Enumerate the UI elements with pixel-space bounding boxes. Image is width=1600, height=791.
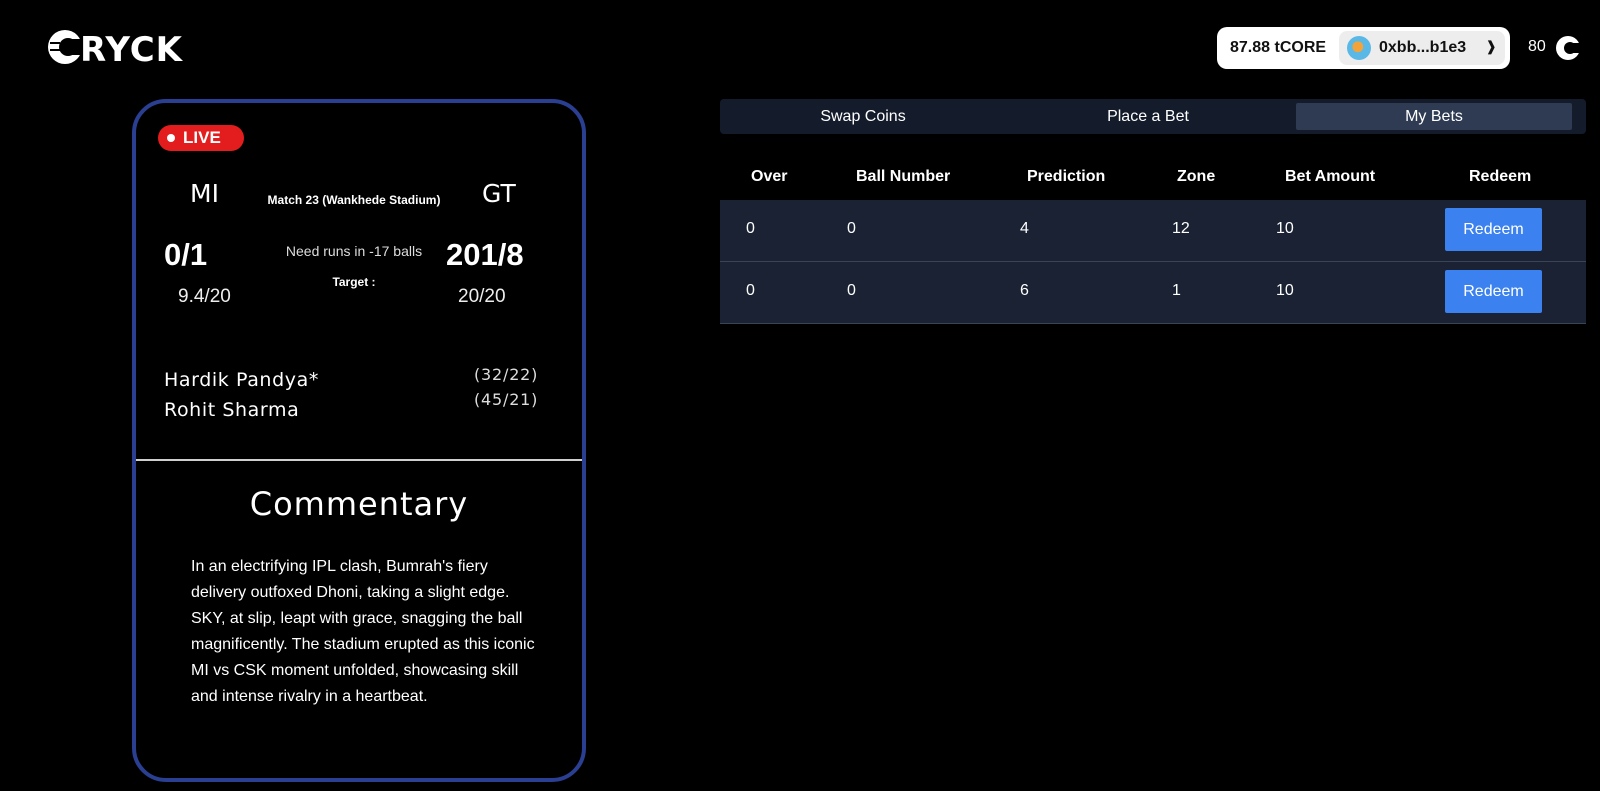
cell-over: 0 — [746, 282, 755, 299]
column-header-over: Over — [751, 168, 788, 185]
coin-count: 80 — [1528, 38, 1546, 55]
cell-ball-number: 0 — [847, 220, 856, 237]
live-label: LIVE — [183, 128, 221, 147]
team-b-overs: 20/20 — [458, 286, 506, 307]
column-header-ball-number: Ball Number — [856, 168, 951, 185]
coin-icon — [1556, 36, 1580, 60]
runs-needed-text: Need runs in -17 balls — [285, 243, 423, 259]
live-dot-icon — [167, 134, 175, 142]
column-header-zone: Zone — [1177, 168, 1216, 185]
batter-name: Rohit Sharma — [164, 399, 300, 421]
cell-zone: 12 — [1172, 220, 1190, 237]
column-header-prediction: Prediction — [1027, 168, 1106, 185]
card-divider — [136, 459, 582, 461]
table-row: 0 0 4 12 10 Redeem — [720, 200, 1586, 262]
cell-over: 0 — [746, 220, 755, 237]
match-info: Match 23 (Wankhede Stadium) — [267, 193, 441, 207]
cell-prediction: 6 — [1020, 282, 1029, 299]
commentary-text: In an electrifying IPL clash, Bumrah's f… — [191, 558, 535, 705]
chevron-down-icon: ❱ — [1485, 38, 1497, 54]
table-row: 0 0 6 1 10 Redeem — [720, 262, 1586, 324]
svg-text:RYCK: RYCK — [80, 30, 184, 66]
cell-zone: 1 — [1172, 282, 1181, 299]
live-match-card: LIVE MI Match 23 (Wankhede Stadium) GT 0… — [132, 99, 586, 782]
commentary-title: Commentary — [249, 485, 469, 523]
wallet-widget: 87.88 tCORE 0xbb...b1e3 ❱ — [1217, 27, 1510, 69]
team-a-score: 0/1 — [164, 237, 208, 272]
batter-name: Hardik Pandya* — [164, 369, 319, 391]
target-label: Target : — [332, 275, 376, 289]
cell-ball-number: 0 — [847, 282, 856, 299]
account-address: 0xbb...b1e3 — [1379, 39, 1467, 56]
my-bets-table: Over Ball Number Prediction Zone Bet Amo… — [720, 156, 1586, 324]
cryck-logo[interactable]: RYCK — [46, 28, 208, 66]
account-avatar — [1347, 36, 1371, 60]
redeem-button[interactable]: Redeem — [1445, 208, 1542, 251]
cell-bet-amount: 10 — [1276, 220, 1294, 237]
team-b-score: 201/8 — [446, 237, 524, 272]
batter-score: (45/21) — [474, 390, 539, 409]
account-button[interactable]: 0xbb...b1e3 ❱ — [1339, 31, 1505, 65]
tab-swap-coins[interactable]: Swap Coins — [724, 103, 1002, 130]
column-header-redeem: Redeem — [1469, 168, 1532, 185]
team-a-name: MI — [190, 179, 219, 208]
batter-score: (32/22) — [474, 365, 539, 384]
redeem-button[interactable]: Redeem — [1445, 270, 1542, 313]
team-a-overs: 9.4/20 — [178, 286, 231, 307]
tab-my-bets[interactable]: My Bets — [1296, 103, 1572, 130]
column-header-bet-amount: Bet Amount — [1285, 168, 1376, 185]
balance-display: 87.88 tCORE — [1230, 39, 1327, 56]
tab-bar: Swap Coins Place a Bet My Bets — [720, 99, 1586, 134]
cell-bet-amount: 10 — [1276, 282, 1294, 299]
table-header: Over Ball Number Prediction Zone Bet Amo… — [720, 156, 1586, 200]
tab-place-a-bet[interactable]: Place a Bet — [1010, 103, 1286, 130]
cell-prediction: 4 — [1020, 220, 1029, 237]
team-b-name: GT — [482, 179, 516, 208]
live-badge: LIVE — [158, 125, 244, 151]
